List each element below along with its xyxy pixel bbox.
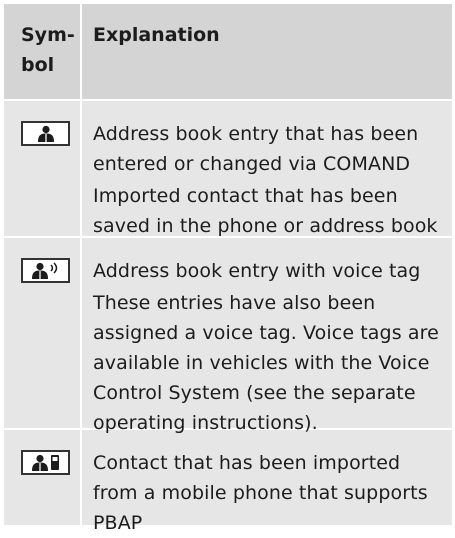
symbol-cell <box>4 101 82 236</box>
symbol-cell <box>4 238 82 428</box>
explanation-cell: Address book entry that has been entered… <box>82 101 452 237</box>
table-row: Contact that has been imported from a mo… <box>4 430 452 534</box>
table-row: Address book entry that has been entered… <box>4 101 452 238</box>
explanation-cell: Contact that has been imported from a mo… <box>82 430 452 534</box>
person-voice-icon <box>21 258 70 283</box>
explanation-cell: Address book entry with voice tag These … <box>82 238 452 434</box>
symbol-cell <box>4 430 82 525</box>
symbol-table: Sym- bol Explanation Address book entry … <box>4 4 452 534</box>
row-title: Address book entry that has been entered… <box>93 123 419 175</box>
symbol-header-line2: bol <box>21 54 55 76</box>
row-title: Contact that has been imported from a mo… <box>93 452 428 534</box>
person-icon <box>21 121 70 146</box>
explanation-column-header: Explanation <box>93 24 220 46</box>
symbol-column-header: Sym- bol <box>4 4 82 99</box>
table-row: Address book entry with voice tag These … <box>4 238 452 434</box>
row-detail: These entries have also been assigned a … <box>93 292 439 434</box>
person-phone-icon <box>21 450 70 475</box>
row-detail: Imported contact that has been saved in … <box>93 185 438 237</box>
symbol-header-line1: Sym- <box>21 24 75 46</box>
table-header-row: Sym- bol Explanation <box>4 4 452 101</box>
row-title: Address book entry with voice tag <box>93 260 421 282</box>
